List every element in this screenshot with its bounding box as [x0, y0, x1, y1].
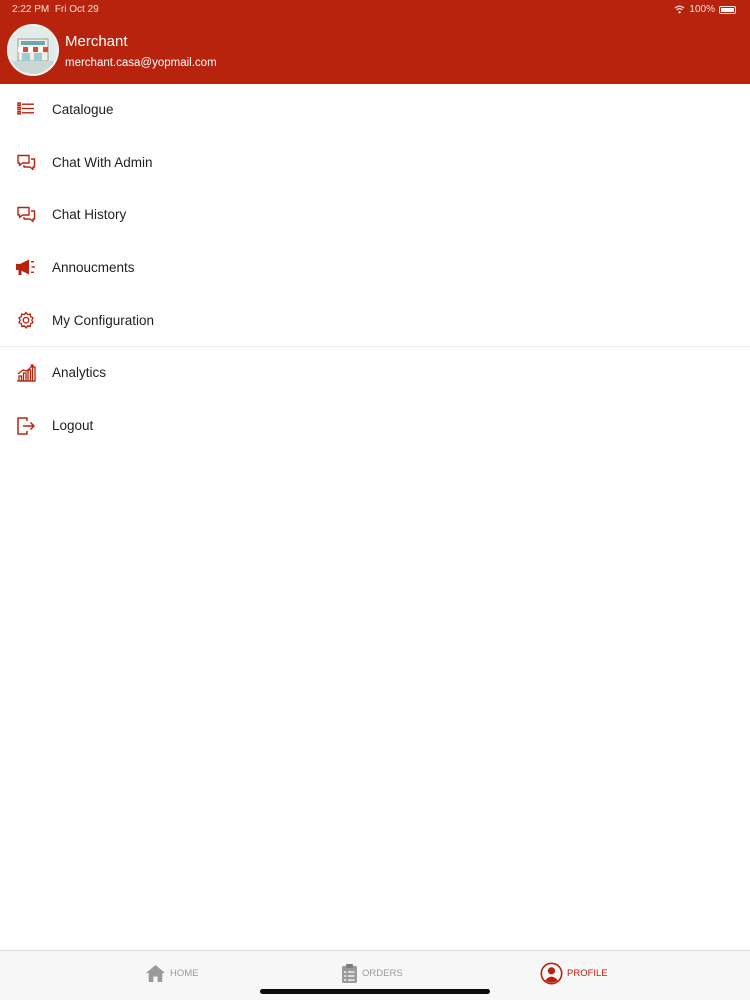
tab-label: ORDERS [362, 967, 403, 979]
gear-icon [18, 311, 34, 329]
menu-item-label: Logout [52, 418, 94, 434]
menu-item-chat-with-admin[interactable]: Chat With Admin [0, 137, 750, 190]
status-time: 2:22 PM Fri Oct 29 [12, 4, 99, 15]
wifi-icon [675, 5, 685, 14]
tab-orders[interactable]: ORDERS [341, 961, 403, 985]
tab-profile[interactable]: PROFILE [540, 961, 608, 985]
menu-item-logout[interactable]: Logout [0, 400, 750, 453]
logout-icon [17, 417, 35, 435]
profile-name: Merchant [65, 33, 128, 50]
tab-home[interactable]: HOME [145, 961, 199, 985]
tab-label: PROFILE [567, 967, 608, 979]
chat-icon [17, 154, 36, 170]
profile-header: 2:22 PM Fri Oct 29 100% Merchant merchan… [0, 0, 750, 84]
home-icon [146, 964, 165, 982]
profile-email: merchant.casa@yopmail.com [65, 57, 217, 69]
menu-item-chat-history[interactable]: Chat History [0, 189, 750, 242]
tab-label: HOME [170, 967, 199, 979]
home-indicator [260, 989, 490, 994]
menu-item-my-configuration[interactable]: My Configuration [0, 295, 750, 348]
menu-item-label: Chat With Admin [52, 154, 153, 170]
status-bar: 2:22 PM Fri Oct 29 100% [0, 0, 750, 20]
menu-item-label: Analytics [52, 365, 107, 381]
menu-item-label: Annoucments [52, 260, 135, 276]
storefront-icon [9, 26, 57, 74]
menu-item-label: Catalogue [52, 102, 114, 117]
menu-item-announcements[interactable]: Annoucments [0, 242, 750, 295]
megaphone-icon [16, 259, 35, 276]
battery-percent: 100% [689, 4, 715, 15]
menu-item-catalogue[interactable]: Catalogue [0, 84, 750, 137]
menu-item-label: Chat History [52, 207, 127, 223]
battery-icon [719, 5, 736, 14]
menu-item-analytics[interactable]: Analytics [0, 347, 750, 400]
status-indicators: 100% [674, 4, 736, 15]
clipboard-icon [342, 963, 357, 983]
menu-item-label: My Configuration [52, 312, 155, 328]
list-icon [17, 102, 34, 115]
avatar[interactable] [7, 24, 59, 76]
profile-icon [540, 962, 563, 984]
analytics-icon [17, 364, 36, 383]
chat-history-icon [17, 207, 36, 223]
profile-menu: Catalogue Chat With Admin Chat History A… [0, 84, 750, 453]
